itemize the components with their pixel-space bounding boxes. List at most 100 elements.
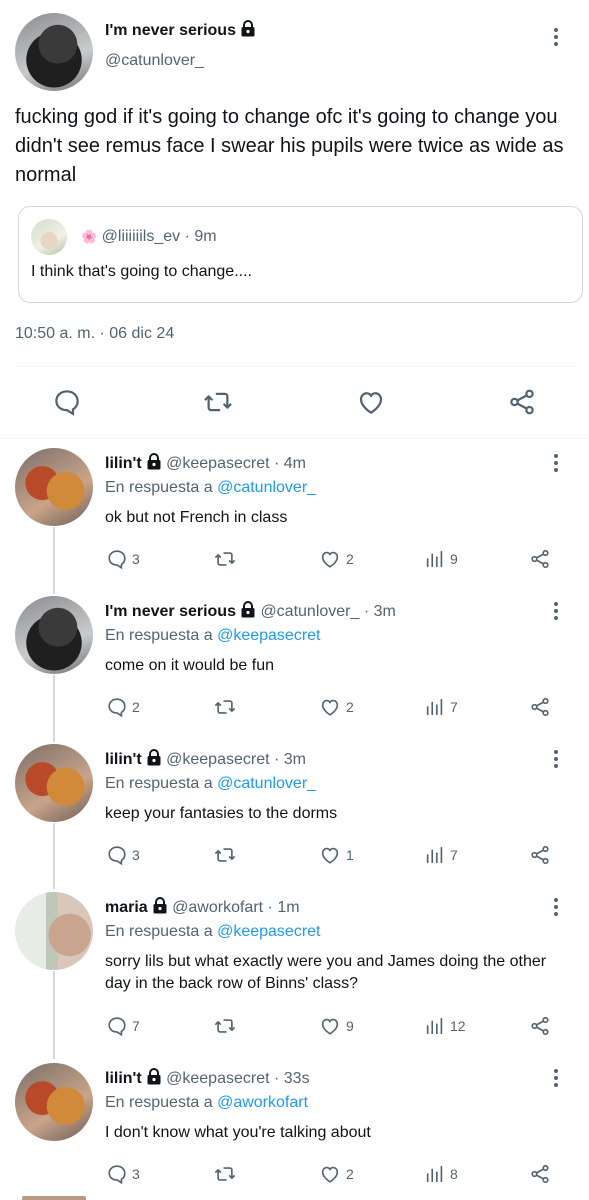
share-icon[interactable]: [528, 844, 552, 866]
reply-icon[interactable]: [52, 387, 82, 422]
lock-icon: [146, 749, 162, 771]
time: 33s: [283, 1070, 310, 1087]
reply-count[interactable]: 7: [106, 1015, 140, 1037]
avatar[interactable]: [15, 13, 93, 91]
reply-tweet[interactable]: lilin't @keepasecret · 33s En respuesta …: [0, 1063, 589, 1200]
tweet-text: fucking god if it's going to change ofc …: [15, 106, 564, 186]
count: 3: [132, 1166, 140, 1182]
in-reply-to: En respuesta a @catunlover_: [105, 479, 316, 497]
views-count[interactable]: 8: [424, 1163, 458, 1185]
reply-prefix: En respuesta a: [105, 923, 213, 940]
like-count[interactable]: 2: [318, 548, 354, 570]
more-options-icon[interactable]: [554, 454, 560, 475]
quoted-avatar: [31, 219, 67, 255]
tweet-timestamp[interactable]: 10:50 a. m. · 06 dic 24: [15, 325, 174, 343]
like-count[interactable]: 1: [318, 844, 354, 866]
share-icon[interactable]: [528, 696, 552, 718]
count: 9: [450, 551, 458, 567]
mention-link[interactable]: @aworkofart: [217, 1094, 308, 1111]
retweet-button[interactable]: [213, 1163, 237, 1185]
reply-tweet[interactable]: I'm never serious @catunlover_ · 3m En r…: [0, 596, 589, 736]
mention-link[interactable]: @catunlover_: [217, 479, 316, 496]
handle[interactable]: @keepasecret: [166, 455, 269, 472]
lock-icon: [240, 601, 256, 623]
reply-count[interactable]: 2: [106, 696, 140, 718]
retweet-button[interactable]: [213, 1015, 237, 1037]
display-name-text: I'm never serious: [105, 22, 236, 39]
display-name[interactable]: maria: [105, 899, 148, 916]
flower-emoji: 🌸: [81, 229, 98, 244]
like-count[interactable]: 2: [318, 696, 354, 718]
more-options-icon[interactable]: [554, 750, 560, 771]
quoted-handle: @liiiiiils_ev: [101, 228, 181, 245]
retweet-icon[interactable]: [202, 387, 234, 422]
display-name[interactable]: lilin't: [105, 751, 142, 768]
more-options-icon[interactable]: [554, 898, 560, 919]
display-name[interactable]: I'm never serious: [105, 20, 256, 42]
quoted-tweet[interactable]: 🌸 @liiiiiils_ev · 9m I think that's goin…: [18, 206, 583, 303]
more-options-icon[interactable]: [554, 1069, 560, 1090]
avatar[interactable]: [15, 1063, 93, 1141]
share-icon[interactable]: [506, 387, 538, 422]
reply-count[interactable]: 3: [106, 548, 140, 570]
share-icon[interactable]: [528, 548, 552, 570]
time: 3m: [283, 751, 307, 768]
in-reply-to: En respuesta a @aworkofart: [105, 1094, 308, 1112]
mention-link[interactable]: @keepasecret: [217, 627, 320, 644]
views-count[interactable]: 12: [424, 1015, 466, 1037]
in-reply-to: En respuesta a @catunlover_: [105, 775, 316, 793]
lock-icon: [240, 20, 256, 42]
count: 3: [132, 847, 140, 863]
handle[interactable]: @keepasecret: [166, 751, 269, 768]
avatar[interactable]: [15, 892, 93, 970]
display-name[interactable]: I'm never serious: [105, 603, 236, 620]
reply-text: come on it would be fun: [105, 657, 274, 674]
divider: [15, 366, 575, 367]
divider: [0, 438, 589, 439]
time: 1m: [277, 899, 300, 916]
reply-prefix: En respuesta a: [105, 1094, 213, 1111]
mention-link[interactable]: @catunlover_: [217, 775, 316, 792]
reply-text: ok but not French in class: [105, 509, 288, 526]
handle[interactable]: @catunlover_: [260, 603, 359, 620]
avatar[interactable]: [15, 448, 93, 526]
count: 7: [132, 1018, 140, 1034]
separator: ·: [99, 325, 105, 342]
like-count[interactable]: 9: [318, 1015, 354, 1037]
like-icon[interactable]: [355, 387, 387, 422]
avatar[interactable]: [15, 596, 93, 674]
reply-count[interactable]: 3: [106, 1163, 140, 1185]
more-options-icon[interactable]: [554, 28, 560, 49]
retweet-button[interactable]: [213, 844, 237, 866]
avatar[interactable]: [15, 744, 93, 822]
share-icon[interactable]: [528, 1163, 552, 1185]
more-options-icon[interactable]: [554, 602, 560, 623]
views-count[interactable]: 9: [424, 548, 458, 570]
handle[interactable]: @aworkofart: [172, 899, 263, 916]
lock-icon: [146, 1068, 162, 1090]
reply-tweet[interactable]: maria @aworkofart · 1m En respuesta a @k…: [0, 892, 589, 1052]
mention-link[interactable]: @keepasecret: [217, 923, 320, 940]
views-count[interactable]: 7: [424, 696, 458, 718]
in-reply-to: En respuesta a @keepasecret: [105, 923, 320, 941]
reply-tweet[interactable]: lilin't @keepasecret · 4m En respuesta a…: [0, 448, 589, 588]
reply-count[interactable]: 3: [106, 844, 140, 866]
share-icon[interactable]: [528, 1015, 552, 1037]
views-count[interactable]: 7: [424, 844, 458, 866]
retweet-button[interactable]: [213, 548, 237, 570]
reply-prefix: En respuesta a: [105, 627, 213, 644]
reply-text: I don't know what you're talking about: [105, 1124, 371, 1141]
reply-tweet[interactable]: lilin't @keepasecret · 3m En respuesta a…: [0, 744, 589, 884]
handle[interactable]: @keepasecret: [166, 1070, 269, 1087]
display-name[interactable]: lilin't: [105, 1070, 142, 1087]
display-name[interactable]: lilin't: [105, 455, 142, 472]
retweet-button[interactable]: [213, 696, 237, 718]
time: 4m: [283, 455, 307, 472]
handle[interactable]: @catunlover_: [105, 52, 204, 70]
quoted-time: 9m: [194, 228, 217, 245]
count: 7: [450, 847, 458, 863]
count: 2: [132, 699, 140, 715]
like-count[interactable]: 2: [318, 1163, 354, 1185]
reply-header: maria @aworkofart · 1m: [105, 897, 300, 919]
reply-header: lilin't @keepasecret · 3m: [105, 749, 306, 771]
